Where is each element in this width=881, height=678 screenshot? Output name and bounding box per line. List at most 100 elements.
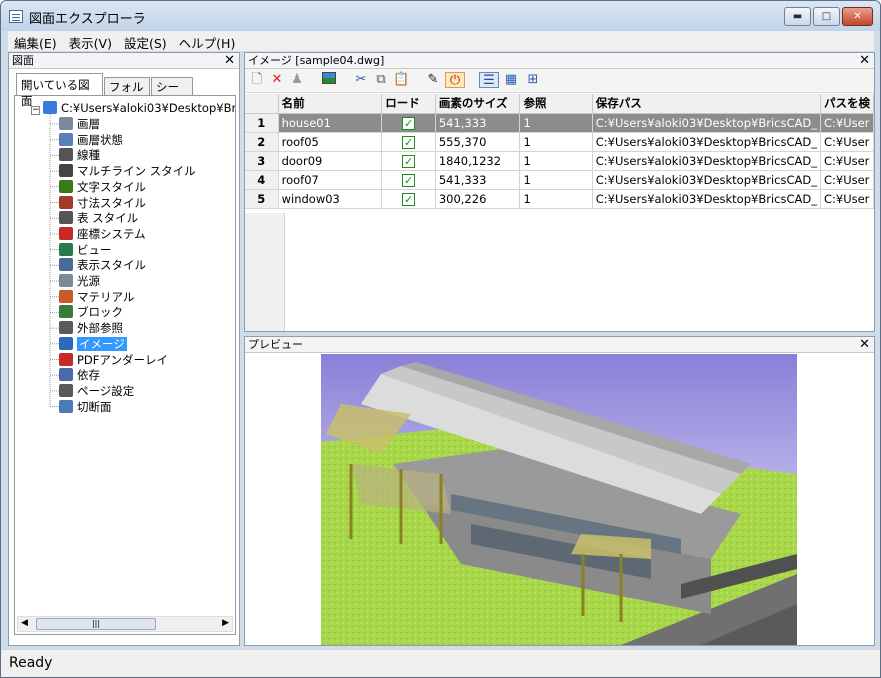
tree-root[interactable]: − C:¥Users¥aloki03¥Desktop¥Brics [31, 101, 235, 116]
cell-name: roof07 [278, 170, 383, 190]
column-header-name[interactable]: 名前 [278, 94, 383, 114]
loaded-checkbox[interactable]: ✓ [402, 116, 416, 130]
delete-icon[interactable]: ✕ [269, 72, 285, 88]
power-icon[interactable]: ⏻ [445, 72, 465, 88]
tree-item[interactable]: PDFアンダーレイ [59, 352, 168, 368]
tree-item[interactable]: 座標システム [59, 226, 146, 242]
row-number: 4 [245, 170, 279, 190]
scroll-right-icon[interactable]: ▶ [222, 618, 229, 628]
minimize-button[interactable]: ▬ [784, 7, 811, 26]
menu-bar: 編集(E) 表示(V) 設定(S) ヘルプ(H) [8, 31, 874, 51]
row-number: 1 [245, 113, 279, 133]
cell-size: 1840,1232 [435, 151, 521, 171]
cell-loaded: ✓ [381, 113, 436, 133]
tree-item[interactable]: 外部参照 [59, 321, 123, 336]
grid-view-icon[interactable]: ▦ [503, 72, 519, 88]
cell-found-path: C:¥User [820, 170, 875, 190]
menu-settings[interactable]: 設定(S) [118, 31, 173, 54]
row-number: 2 [245, 132, 279, 152]
image-add-icon[interactable] [321, 72, 337, 88]
layers-icon [59, 117, 73, 130]
preview-panel: プレビュー ✕ [244, 336, 875, 646]
maximize-button[interactable]: □ [813, 7, 840, 26]
tree-item[interactable]: 画層状態 [59, 132, 123, 148]
copy-icon[interactable]: ⧉ [373, 72, 389, 88]
new-icon[interactable]: 🗋 [249, 72, 265, 88]
cell-name: house01 [278, 113, 383, 133]
tree-item[interactable]: ブロック [59, 305, 123, 320]
tree-item[interactable]: ビュー [59, 242, 112, 258]
tree-item[interactable]: 表示スタイル [59, 258, 146, 273]
column-header-size[interactable]: 画素のサイズ [435, 94, 521, 114]
column-header-loaded[interactable]: ロード [381, 94, 436, 114]
table-row[interactable]: 1 house01 ✓ 541,333 1 C:¥Users¥aloki03¥Deskto… [245, 113, 875, 133]
multiline-style-icon [59, 164, 73, 178]
purge-icon[interactable]: ♟ [289, 72, 305, 88]
loaded-checkbox[interactable]: ✓ [402, 135, 416, 149]
cell-name: door09 [278, 151, 383, 171]
tree-item[interactable]: 画層 [59, 117, 100, 132]
image-panel-close-icon[interactable]: ✕ [859, 53, 870, 68]
title-bar[interactable]: 図面エクスプローラ ▬ □ ✕ [1, 1, 880, 31]
app-icon [9, 10, 23, 23]
cell-size: 541,333 [435, 113, 521, 133]
close-button[interactable]: ✕ [842, 7, 873, 26]
table-row[interactable]: 2 roof05 ✓ 555,370 1 C:¥Users¥aloki03¥Desktop… [245, 132, 875, 152]
table-row[interactable]: 3 door09 ✓ 1840,1232 1 C:¥Users¥aloki03¥Deskt… [245, 151, 875, 171]
tab-open-drawings[interactable]: 開いている図面 [16, 73, 103, 108]
row-number: 3 [245, 151, 279, 171]
cell-loaded: ✓ [381, 151, 436, 171]
column-header-refs[interactable]: 参照 [519, 94, 593, 114]
cell-size: 300,226 [435, 189, 521, 209]
tree-item-label: ブロック [77, 305, 123, 320]
column-header-found-path[interactable]: パスを検 [820, 94, 875, 114]
list-view-icon[interactable]: ☰ [479, 72, 499, 88]
cut-icon[interactable]: ✂ [353, 72, 369, 88]
tab-folders[interactable]: フォルダ [104, 77, 150, 110]
tree-item-label: 画層 [77, 117, 100, 131]
tree-view-icon[interactable]: ⊞ [525, 72, 541, 88]
dimension-style-icon [59, 195, 73, 209]
edit-icon[interactable]: ✎ [425, 72, 441, 88]
tree-item[interactable]: マルチライン スタイル [59, 164, 196, 179]
paste-icon[interactable]: 📋 [393, 72, 409, 88]
scroll-left-icon[interactable]: ◀ [21, 618, 28, 628]
loaded-checkbox[interactable]: ✓ [402, 154, 416, 168]
tree-item[interactable]: 切断面 [59, 399, 112, 415]
tree-item[interactable]: 依存 [59, 368, 100, 383]
tree-item-label: 表 スタイル [77, 211, 139, 226]
material-icon [59, 289, 73, 303]
drawings-panel-close-icon[interactable]: ✕ [224, 53, 235, 68]
row-number: 5 [245, 189, 279, 209]
tab-sheets[interactable]: シート [151, 77, 193, 110]
cell-found-path: C:¥User [820, 132, 875, 152]
drawing-tree: − C:¥Users¥aloki03¥Desktop¥Brics 画層 画層状態 線種… [14, 95, 236, 635]
light-icon [59, 274, 73, 287]
menu-view[interactable]: 表示(V) [63, 31, 118, 54]
table-row[interactable]: 5 window03 ✓ 300,226 1 C:¥Users¥aloki03¥Deskt… [245, 189, 875, 209]
pdf-underlay-icon [59, 352, 73, 366]
cell-refs: 1 [519, 113, 593, 133]
tree-item[interactable]: 線種 [59, 148, 100, 163]
menu-help[interactable]: ヘルプ(H) [173, 31, 242, 54]
horizontal-scrollbar[interactable]: ◀ ||| ▶ [17, 616, 233, 632]
tree-item[interactable]: イメージ [59, 336, 127, 352]
preview-panel-close-icon[interactable]: ✕ [859, 337, 870, 352]
text-style-icon [59, 179, 73, 193]
menu-edit[interactable]: 編集(E) [8, 31, 63, 54]
tree-item[interactable]: 光源 [59, 274, 100, 289]
table-row[interactable]: 4 roof07 ✓ 541,333 1 C:¥Users¥aloki03¥Desktop… [245, 170, 875, 190]
loaded-checkbox[interactable]: ✓ [402, 173, 416, 187]
tree-item[interactable]: 文字スタイル [59, 179, 146, 195]
tree-item-label: PDFアンダーレイ [77, 352, 168, 367]
scroll-thumb[interactable]: ||| [36, 618, 156, 630]
column-header-saved-path[interactable]: 保存パス [592, 94, 821, 114]
tree-item[interactable]: マテリアル [59, 289, 134, 305]
loaded-checkbox[interactable]: ✓ [402, 192, 416, 206]
row-header-filler [245, 213, 285, 331]
tree-item-label: イメージ [77, 336, 127, 351]
tree-item[interactable]: 寸法スタイル [59, 195, 146, 211]
tree-item[interactable]: 表 スタイル [59, 211, 138, 226]
tree-item-label: 座標システム [77, 226, 146, 241]
tree-item[interactable]: ページ設定 [59, 383, 134, 399]
